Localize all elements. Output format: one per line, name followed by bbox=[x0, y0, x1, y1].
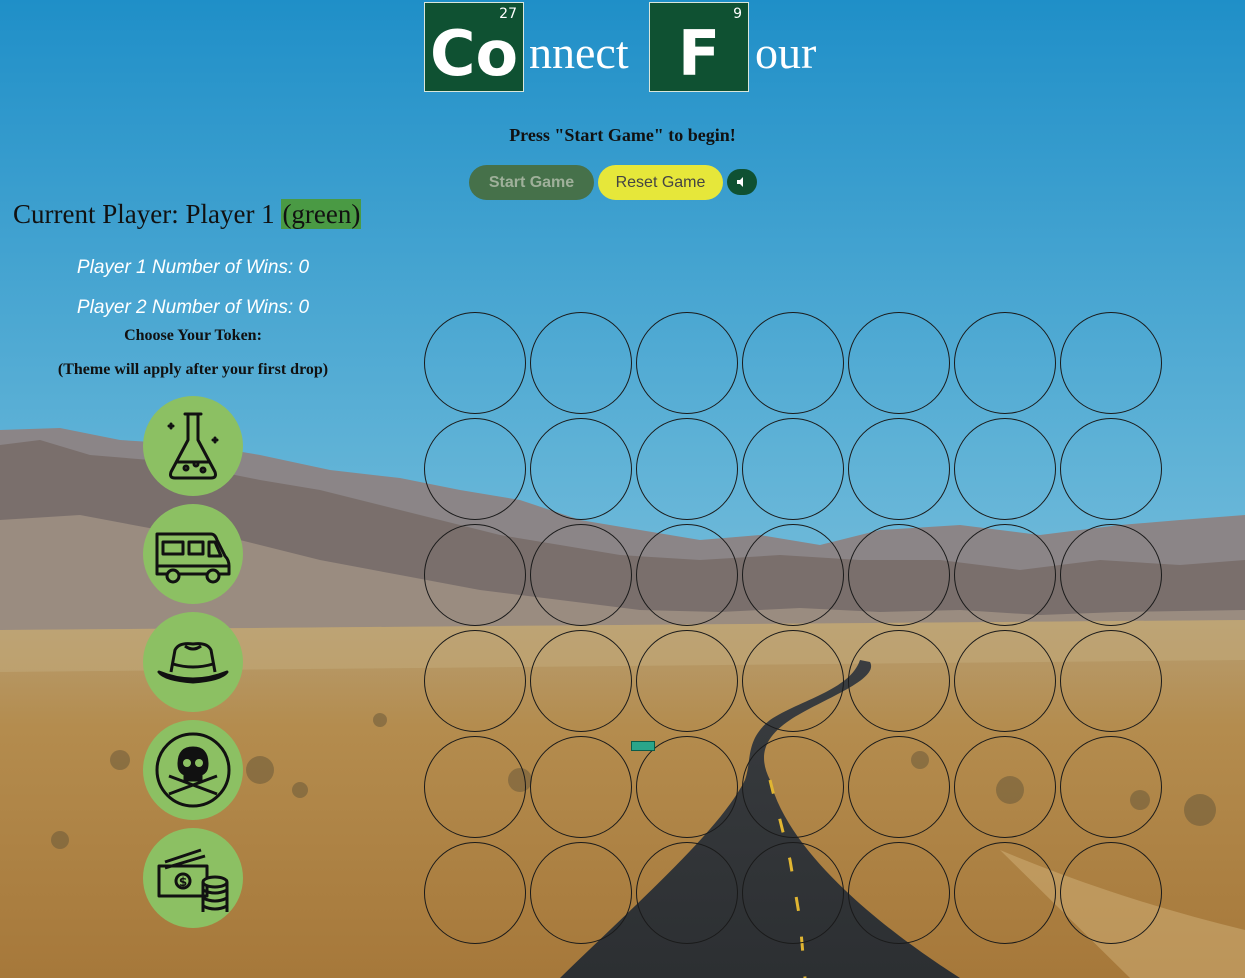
player1-wins: Player 1 Number of Wins: 0 bbox=[76, 257, 310, 278]
board-cell[interactable] bbox=[636, 842, 738, 944]
board-cell[interactable] bbox=[954, 630, 1056, 732]
token-option-rv[interactable] bbox=[143, 504, 243, 604]
atomic-number: 9 bbox=[733, 6, 742, 22]
token-option-money[interactable]: $ bbox=[143, 828, 243, 928]
board-cell[interactable] bbox=[636, 736, 738, 838]
sound-icon bbox=[737, 177, 743, 187]
board-cell[interactable] bbox=[424, 630, 526, 732]
board-cell[interactable] bbox=[742, 418, 844, 520]
board-cell[interactable] bbox=[530, 524, 632, 626]
board-cell[interactable] bbox=[530, 630, 632, 732]
element-tile-fluorine: 9 F bbox=[649, 2, 749, 92]
board-cell[interactable] bbox=[742, 312, 844, 414]
board-cell[interactable] bbox=[954, 312, 1056, 414]
board-cell[interactable] bbox=[848, 418, 950, 520]
board-cell[interactable] bbox=[742, 524, 844, 626]
start-game-button[interactable]: Start Game bbox=[469, 165, 594, 200]
board-cell[interactable] bbox=[1060, 842, 1162, 944]
status-message: Press "Start Game" to begin! bbox=[509, 125, 736, 145]
element-symbol: F bbox=[677, 17, 721, 90]
board-cell[interactable] bbox=[848, 524, 950, 626]
flask-icon bbox=[167, 412, 219, 480]
board-cell[interactable] bbox=[954, 418, 1056, 520]
sound-toggle-button[interactable] bbox=[727, 169, 757, 195]
board-cell[interactable] bbox=[636, 418, 738, 520]
money-icon: $ bbox=[157, 848, 229, 912]
skull-crossbones-icon bbox=[155, 732, 231, 808]
board-cell[interactable] bbox=[530, 736, 632, 838]
board-cell[interactable] bbox=[848, 630, 950, 732]
board-cell[interactable] bbox=[636, 524, 738, 626]
board-cell[interactable] bbox=[742, 736, 844, 838]
board-cell[interactable] bbox=[1060, 524, 1162, 626]
board-cell[interactable] bbox=[530, 418, 632, 520]
board-cell[interactable] bbox=[424, 312, 526, 414]
token-option-skull[interactable] bbox=[143, 720, 243, 820]
board-cell[interactable] bbox=[424, 736, 526, 838]
board-cell[interactable] bbox=[1060, 312, 1162, 414]
rv-camper-icon bbox=[155, 532, 231, 584]
board-cell[interactable] bbox=[742, 842, 844, 944]
element-tile-cobalt: 27 Co bbox=[424, 2, 524, 92]
svg-text:$: $ bbox=[179, 875, 187, 889]
current-player-color: (green) bbox=[281, 199, 362, 229]
board-cell[interactable] bbox=[530, 312, 632, 414]
title-text-part1: nnect bbox=[529, 27, 629, 78]
choose-token-note: (Theme will apply after your first drop) bbox=[57, 361, 329, 378]
fedora-hat-icon bbox=[157, 642, 229, 684]
title-text-part2: our bbox=[755, 27, 817, 78]
board-cell[interactable] bbox=[954, 524, 1056, 626]
board-cell[interactable] bbox=[636, 312, 738, 414]
board-cell[interactable] bbox=[848, 736, 950, 838]
board-cell[interactable] bbox=[848, 312, 950, 414]
board-cell[interactable] bbox=[530, 842, 632, 944]
board-cell[interactable] bbox=[954, 842, 1056, 944]
current-player-label: Current Player: Player 1 bbox=[13, 199, 282, 229]
reset-game-button[interactable]: Reset Game bbox=[598, 165, 723, 200]
board-cell[interactable] bbox=[424, 524, 526, 626]
token-option-flask[interactable] bbox=[143, 396, 243, 496]
board-cell[interactable] bbox=[1060, 736, 1162, 838]
board-cell[interactable] bbox=[954, 736, 1056, 838]
player2-wins: Player 2 Number of Wins: 0 bbox=[76, 297, 310, 318]
element-symbol: Co bbox=[429, 17, 519, 90]
road-sign bbox=[631, 741, 655, 751]
board-cell[interactable] bbox=[636, 630, 738, 732]
token-option-hat[interactable] bbox=[143, 612, 243, 712]
choose-token-heading: Choose Your Token: bbox=[124, 327, 262, 344]
board-cell[interactable] bbox=[742, 630, 844, 732]
board-cell[interactable] bbox=[1060, 418, 1162, 520]
board-cell[interactable] bbox=[424, 418, 526, 520]
board-cell[interactable] bbox=[848, 842, 950, 944]
board-cell[interactable] bbox=[424, 842, 526, 944]
current-player: Current Player: Player 1 (green) bbox=[13, 199, 362, 230]
board-cell[interactable] bbox=[1060, 630, 1162, 732]
